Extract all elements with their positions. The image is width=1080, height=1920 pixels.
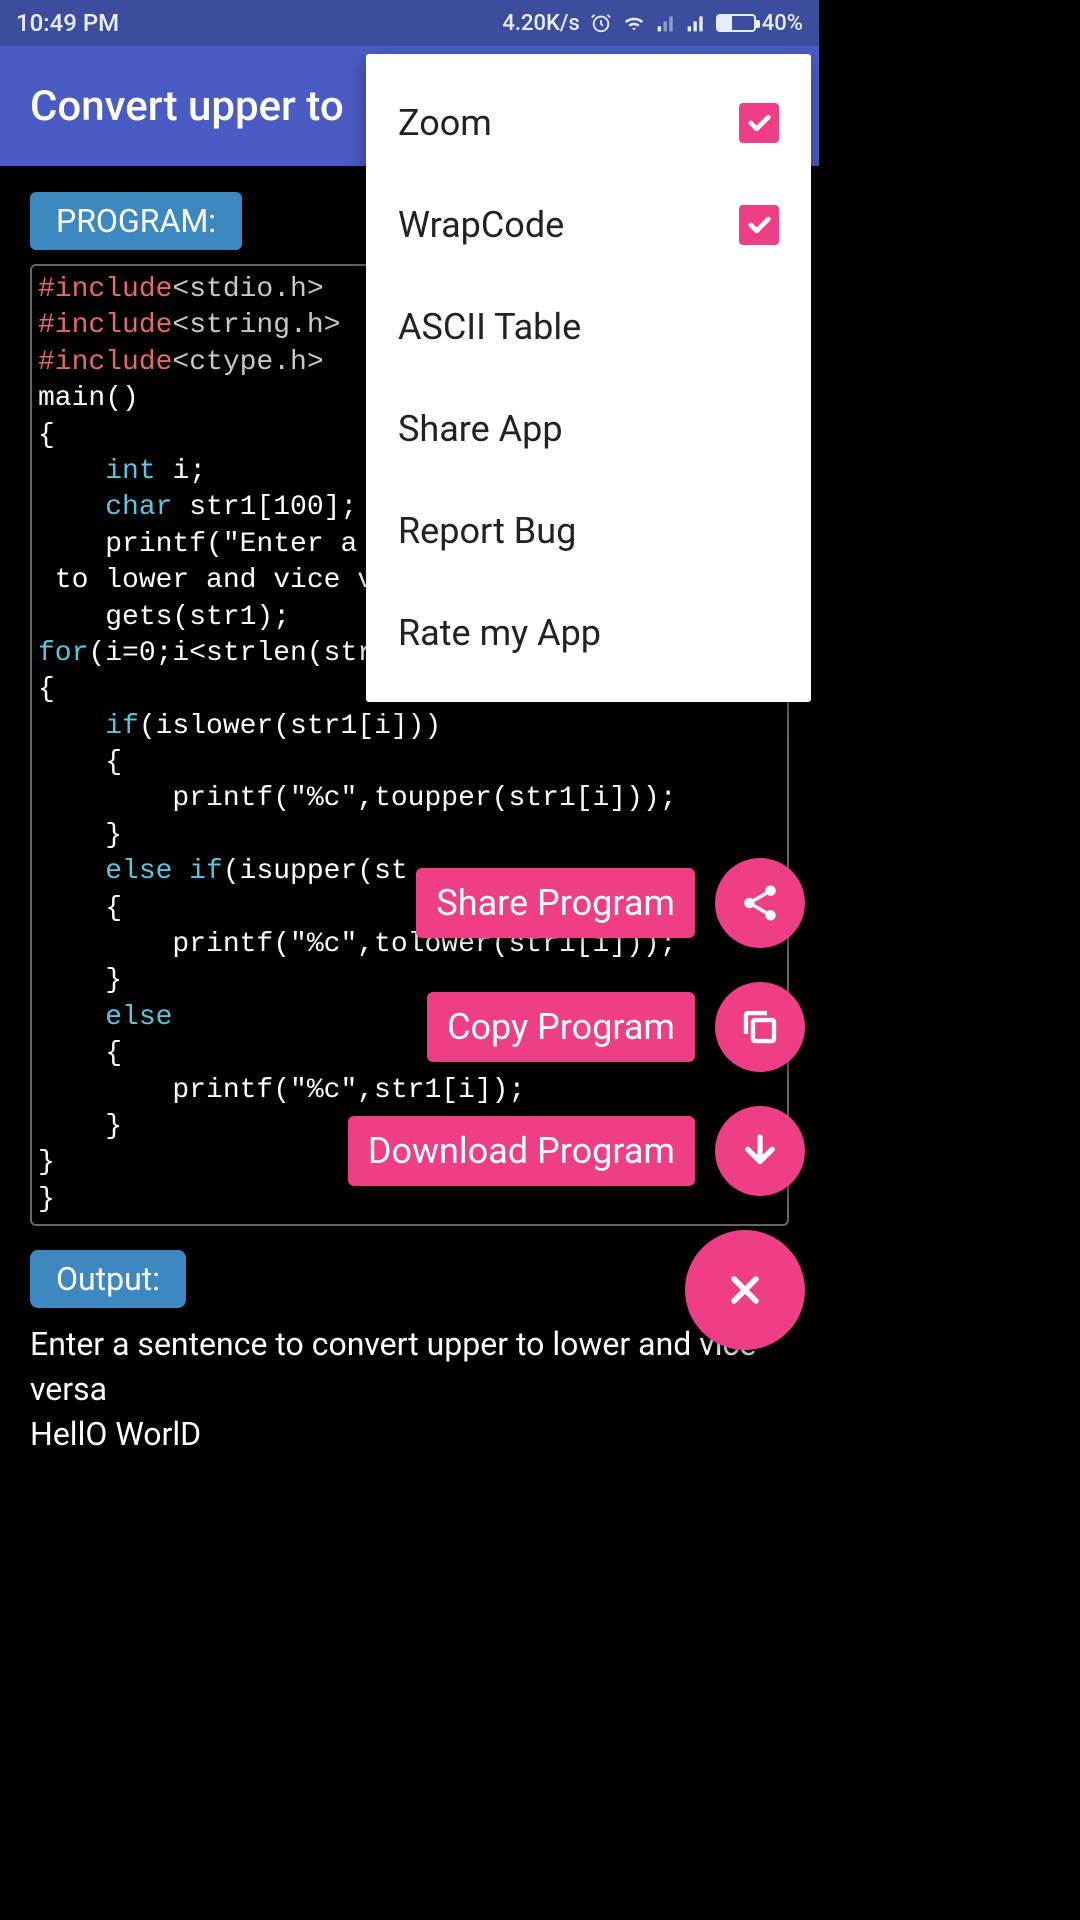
wifi-icon: [622, 12, 646, 34]
close-icon: [723, 1268, 767, 1312]
share-icon: [739, 882, 781, 924]
menu-label: WrapCode: [398, 204, 564, 246]
check-icon: [745, 211, 773, 239]
copy-fab[interactable]: [715, 982, 805, 1072]
battery-percent: 40%: [762, 11, 803, 36]
download-fab[interactable]: [715, 1106, 805, 1196]
wrapcode-checkbox[interactable]: [739, 205, 779, 245]
signal-icon-2: [686, 13, 706, 33]
fab-row-download: Download Program: [348, 1106, 805, 1196]
fab-row-share: Share Program: [416, 858, 805, 948]
menu-label: ASCII Table: [398, 306, 581, 348]
status-right: 4.20K/s 40%: [502, 11, 803, 36]
program-label: PROGRAM:: [30, 192, 242, 250]
close-fab[interactable]: [685, 1230, 805, 1350]
menu-label: Rate my App: [398, 612, 601, 654]
menu-label: Zoom: [398, 102, 492, 144]
status-bar: 10:49 PM 4.20K/s 40%: [0, 0, 819, 46]
overflow-menu: Zoom WrapCode ASCII Table Share App Repo…: [366, 54, 811, 702]
share-fab[interactable]: [715, 858, 805, 948]
zoom-checkbox[interactable]: [739, 103, 779, 143]
status-speed: 4.20K/s: [502, 11, 579, 36]
battery-indicator: 40%: [716, 11, 803, 36]
copy-icon: [739, 1006, 781, 1048]
page-title: Convert upper to: [30, 82, 344, 131]
menu-item-report-bug[interactable]: Report Bug: [366, 480, 811, 582]
menu-item-zoom[interactable]: Zoom: [366, 72, 811, 174]
fab-column: Share Program Copy Program Download Prog…: [348, 858, 805, 1350]
download-program-chip[interactable]: Download Program: [348, 1116, 695, 1186]
output-line: HellO WorlD: [30, 1412, 789, 1457]
copy-program-chip[interactable]: Copy Program: [427, 992, 695, 1062]
output-label: Output:: [30, 1250, 186, 1308]
signal-icon-1: [656, 13, 676, 33]
fab-row-close: [685, 1230, 805, 1350]
check-icon: [745, 109, 773, 137]
menu-label: Share App: [398, 408, 563, 450]
menu-label: Report Bug: [398, 510, 576, 552]
battery-icon: [716, 14, 756, 32]
menu-item-wrapcode[interactable]: WrapCode: [366, 174, 811, 276]
status-time: 10:49 PM: [16, 9, 502, 37]
menu-item-rate-app[interactable]: Rate my App: [366, 582, 811, 684]
menu-item-ascii-table[interactable]: ASCII Table: [366, 276, 811, 378]
fab-row-copy: Copy Program: [427, 982, 805, 1072]
share-program-chip[interactable]: Share Program: [416, 868, 695, 938]
menu-item-share-app[interactable]: Share App: [366, 378, 811, 480]
download-icon: [739, 1130, 781, 1172]
alarm-icon: [590, 12, 612, 34]
